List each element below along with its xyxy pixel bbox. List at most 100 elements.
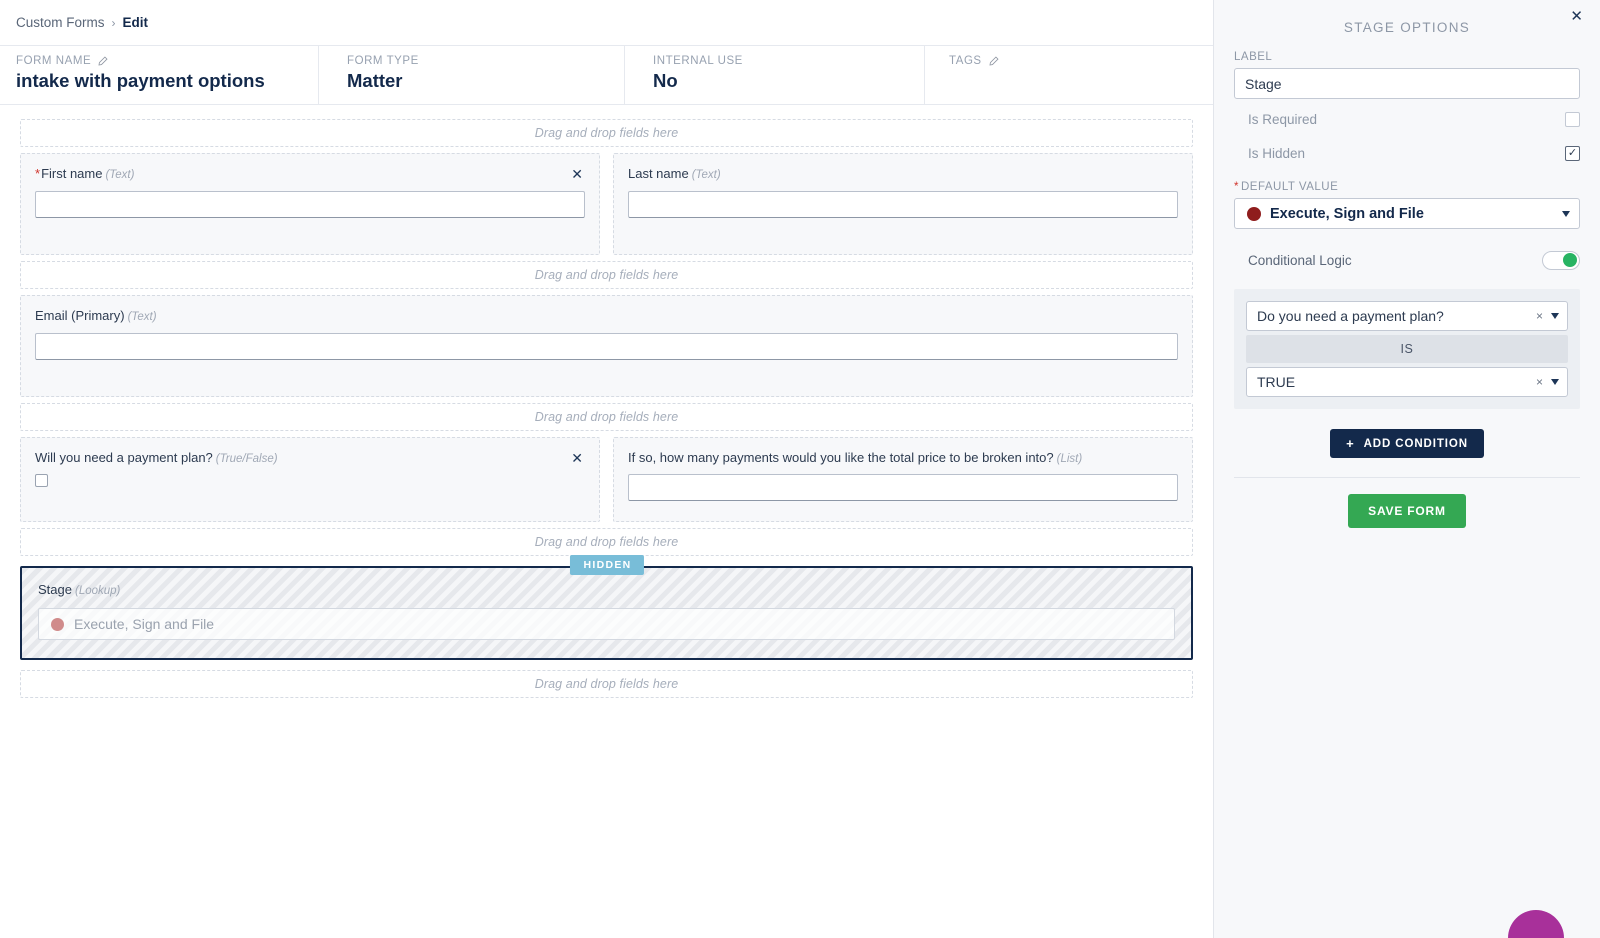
required-marker-icon: *: [1234, 181, 1239, 193]
form-builder-canvas: Custom Forms › Edit FORM NAME intake wit…: [0, 0, 1213, 938]
add-condition-button[interactable]: + ADD CONDITION: [1330, 429, 1484, 458]
breadcrumb-custom-forms-link[interactable]: Custom Forms: [16, 15, 105, 30]
field-label-text: First name: [41, 166, 103, 181]
edit-pencil-icon[interactable]: [97, 55, 108, 67]
condition-field-value: Do you need a payment plan?: [1257, 308, 1444, 324]
chevron-down-icon[interactable]: [1551, 379, 1559, 385]
dropzone-label: Drag and drop fields here: [534, 267, 679, 282]
chevron-down-icon[interactable]: [1551, 313, 1559, 319]
default-value-group: * DEFAULT VALUE Execute, Sign and File: [1234, 181, 1580, 229]
is-required-row[interactable]: Is Required: [1234, 105, 1580, 133]
form-field-payments-count[interactable]: If so, how many payments would you like …: [613, 436, 1193, 523]
custom-form-editor: Custom Forms › Edit FORM NAME intake wit…: [0, 0, 1600, 938]
condition-field-select[interactable]: Do you need a payment plan? ×: [1246, 301, 1568, 331]
form-field-stage-selected[interactable]: HIDDEN Stage (Lookup) Execute, Sign and F…: [20, 555, 1193, 661]
field-label-text: Will you need a payment plan?: [35, 449, 213, 465]
email-primary-input[interactable]: [35, 332, 1178, 360]
condition-group: Do you need a payment plan? × IS TRUE ×: [1234, 289, 1580, 409]
field-label-wrap: Email (Primary) (Text): [35, 308, 157, 325]
clear-condition-value-icon[interactable]: ×: [1536, 376, 1543, 388]
field-header: Will you need a payment plan? (True/False…: [35, 450, 585, 467]
internal-use-column: INTERNAL USE No: [624, 46, 924, 104]
close-panel-icon[interactable]: ✕: [1567, 6, 1586, 27]
form-meta-bar: FORM NAME intake with payment options FO…: [0, 45, 1213, 105]
last-name-input[interactable]: [628, 190, 1178, 218]
condition-value-text: TRUE: [1257, 374, 1296, 390]
remove-field-icon[interactable]: ✕: [569, 450, 585, 466]
field-type-text: (Text): [127, 310, 157, 323]
toggle-knob: [1563, 253, 1577, 267]
help-chat-bubble[interactable]: [1508, 910, 1564, 938]
internal-use-label: INTERNAL USE: [653, 55, 743, 67]
dropzone[interactable]: Drag and drop fields here: [20, 670, 1193, 699]
label-field-group: LABEL Stage: [1234, 51, 1580, 99]
form-name-label-row: FORM NAME: [16, 55, 318, 67]
payment-plan-checkbox[interactable]: [35, 474, 48, 488]
dropzone-label: Drag and drop fields here: [534, 409, 679, 424]
chevron-down-icon[interactable]: [1562, 210, 1570, 217]
field-label-wrap: Last name (Text): [628, 166, 721, 183]
dropzone[interactable]: Drag and drop fields here: [20, 402, 1193, 431]
is-hidden-checkbox[interactable]: ✓: [1565, 145, 1580, 161]
form-field-builder: Drag and drop fields here *First name (Te…: [0, 105, 1213, 699]
field-header: Email (Primary) (Text): [35, 308, 1178, 325]
form-field-last-name[interactable]: Last name (Text): [613, 153, 1193, 255]
field-type-text: (Text): [105, 169, 135, 181]
is-required-label: Is Required: [1248, 111, 1318, 127]
dropzone[interactable]: Drag and drop fields here: [20, 119, 1193, 147]
default-value-color-dot-icon: [1247, 206, 1261, 221]
is-required-checkbox[interactable]: [1565, 111, 1580, 127]
checkmark-icon: ✓: [1567, 146, 1578, 159]
field-label-wrap: *First name (Text): [35, 166, 134, 183]
field-label-text: Stage: [38, 582, 72, 598]
field-type-text: (True/False): [215, 452, 278, 465]
clear-condition-field-icon[interactable]: ×: [1536, 310, 1543, 322]
default-value-text: Execute, Sign and File: [1270, 205, 1424, 222]
field-label-text: Last name: [628, 166, 689, 181]
breadcrumb: Custom Forms › Edit: [0, 0, 1213, 45]
field-header: Stage (Lookup): [38, 582, 1175, 599]
tags-edit-pencil-icon[interactable]: [988, 55, 999, 67]
first-name-input[interactable]: [35, 190, 585, 218]
is-hidden-label: Is Hidden: [1248, 145, 1306, 161]
field-label-text: Email (Primary): [35, 307, 125, 323]
field-header: *First name (Text) ✕: [35, 166, 585, 183]
label-input[interactable]: Stage: [1234, 68, 1580, 99]
field-label-wrap: If so, how many payments would you like …: [628, 450, 1082, 467]
condition-operator: IS: [1246, 335, 1568, 363]
add-condition-wrap: + ADD CONDITION: [1234, 429, 1580, 458]
dropzone-label: Drag and drop fields here: [534, 677, 679, 692]
hidden-status-badge: HIDDEN: [569, 555, 644, 576]
dropzone[interactable]: Drag and drop fields here: [20, 528, 1193, 557]
form-type-label: FORM TYPE: [347, 55, 419, 67]
stage-options-panel: ✕ STAGE OPTIONS LABEL Stage Is Required …: [1213, 0, 1600, 938]
form-name-column: FORM NAME intake with payment options: [0, 46, 318, 104]
conditional-logic-label: Conditional Logic: [1248, 252, 1352, 268]
field-row: *First name (Text) ✕ Last name (Text): [20, 153, 1193, 255]
form-type-column: FORM TYPE Matter: [318, 46, 624, 104]
default-value-caption: * DEFAULT VALUE: [1234, 181, 1580, 193]
stage-color-dot-icon: [51, 617, 64, 631]
internal-use-value: No: [653, 70, 678, 91]
stage-lookup-input[interactable]: Execute, Sign and File: [38, 608, 1175, 641]
default-value-caption-text: DEFAULT VALUE: [1240, 181, 1339, 193]
condition-value-select[interactable]: TRUE ×: [1246, 367, 1568, 397]
payments-count-input[interactable]: [628, 474, 1178, 502]
field-type-text: (Text): [691, 169, 721, 181]
stage-lookup-value: Execute, Sign and File: [74, 616, 215, 633]
conditional-logic-toggle[interactable]: [1542, 250, 1580, 270]
field-label-wrap: Stage (Lookup): [38, 582, 120, 599]
dropzone-label: Drag and drop fields here: [534, 535, 679, 550]
breadcrumb-current-page: Edit: [122, 15, 149, 30]
breadcrumb-separator-icon: ›: [111, 15, 116, 30]
form-field-email-primary[interactable]: Email (Primary) (Text): [20, 294, 1193, 397]
save-form-button[interactable]: SAVE FORM: [1348, 494, 1466, 528]
field-label-text: If so, how many payments would you like …: [628, 449, 1054, 465]
remove-field-icon[interactable]: ✕: [569, 166, 585, 182]
form-field-payment-plan[interactable]: Will you need a payment plan? (True/False…: [20, 436, 600, 523]
dropzone[interactable]: Drag and drop fields here: [20, 260, 1193, 289]
is-hidden-row[interactable]: Is Hidden ✓: [1234, 139, 1580, 167]
default-value-select[interactable]: Execute, Sign and File: [1234, 198, 1580, 229]
field-header: If so, how many payments would you like …: [628, 450, 1178, 467]
form-field-first-name[interactable]: *First name (Text) ✕: [20, 153, 600, 255]
